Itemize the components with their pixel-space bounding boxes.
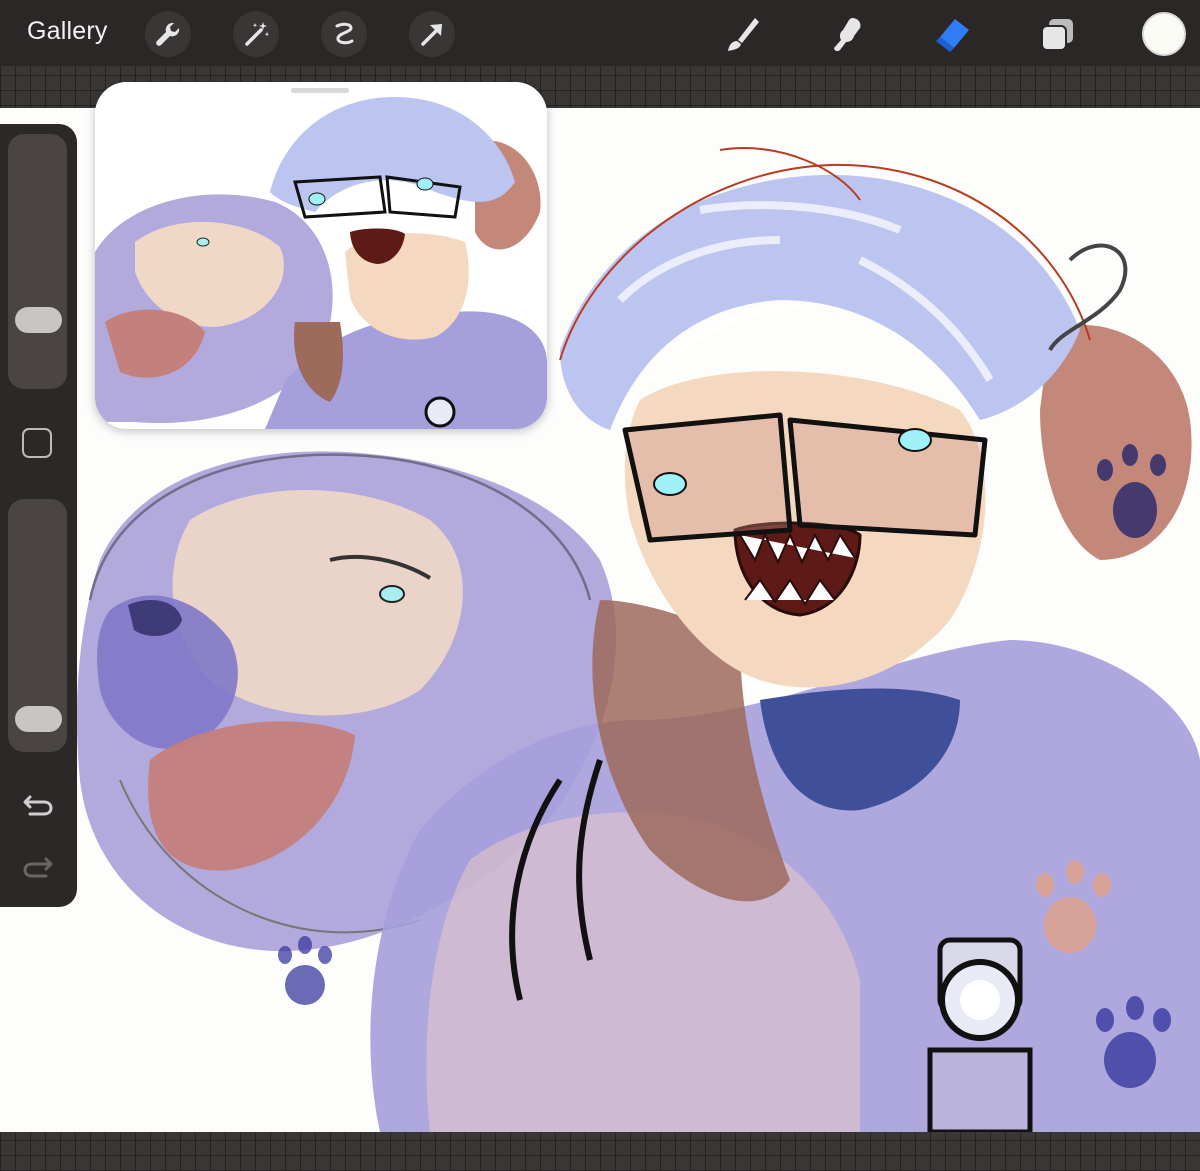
wrench-icon bbox=[156, 22, 180, 46]
reference-thumbnail bbox=[95, 82, 547, 429]
reference-window[interactable] bbox=[95, 82, 547, 429]
opacity-thumb[interactable] bbox=[15, 705, 62, 732]
eraser-button[interactable] bbox=[928, 10, 976, 58]
brush-icon bbox=[728, 18, 759, 51]
transform-arrow-icon bbox=[421, 24, 442, 46]
layers-button[interactable] bbox=[1034, 10, 1082, 58]
brush-size-slider[interactable] bbox=[8, 134, 67, 389]
adjustments-button[interactable] bbox=[233, 11, 279, 57]
eraser-icon bbox=[936, 19, 969, 52]
undo-icon[interactable] bbox=[20, 787, 56, 823]
right-eye bbox=[898, 428, 932, 452]
dog-eye bbox=[379, 585, 405, 603]
modify-square-icon[interactable] bbox=[22, 428, 52, 458]
smudge-icon bbox=[834, 18, 861, 52]
gallery-button[interactable]: Gallery bbox=[27, 17, 108, 46]
brush-size-thumb[interactable] bbox=[15, 307, 62, 334]
actions-button[interactable] bbox=[145, 11, 191, 57]
top-toolbar: Gallery bbox=[0, 0, 1200, 66]
redo-icon[interactable] bbox=[20, 849, 56, 885]
color-picker-button[interactable] bbox=[1142, 12, 1186, 56]
left-eye bbox=[653, 472, 687, 496]
magic-wand-icon bbox=[245, 22, 270, 46]
procreate-app: Gallery bbox=[0, 0, 1200, 1171]
paint-brush-button[interactable] bbox=[718, 10, 766, 58]
side-toolbar bbox=[0, 124, 77, 907]
smudge-button[interactable] bbox=[822, 10, 870, 58]
selection-button[interactable] bbox=[321, 11, 367, 57]
selection-icon bbox=[335, 22, 354, 45]
reference-drag-handle[interactable] bbox=[291, 88, 349, 93]
layers-icon bbox=[1041, 19, 1073, 51]
transform-button[interactable] bbox=[409, 11, 455, 57]
